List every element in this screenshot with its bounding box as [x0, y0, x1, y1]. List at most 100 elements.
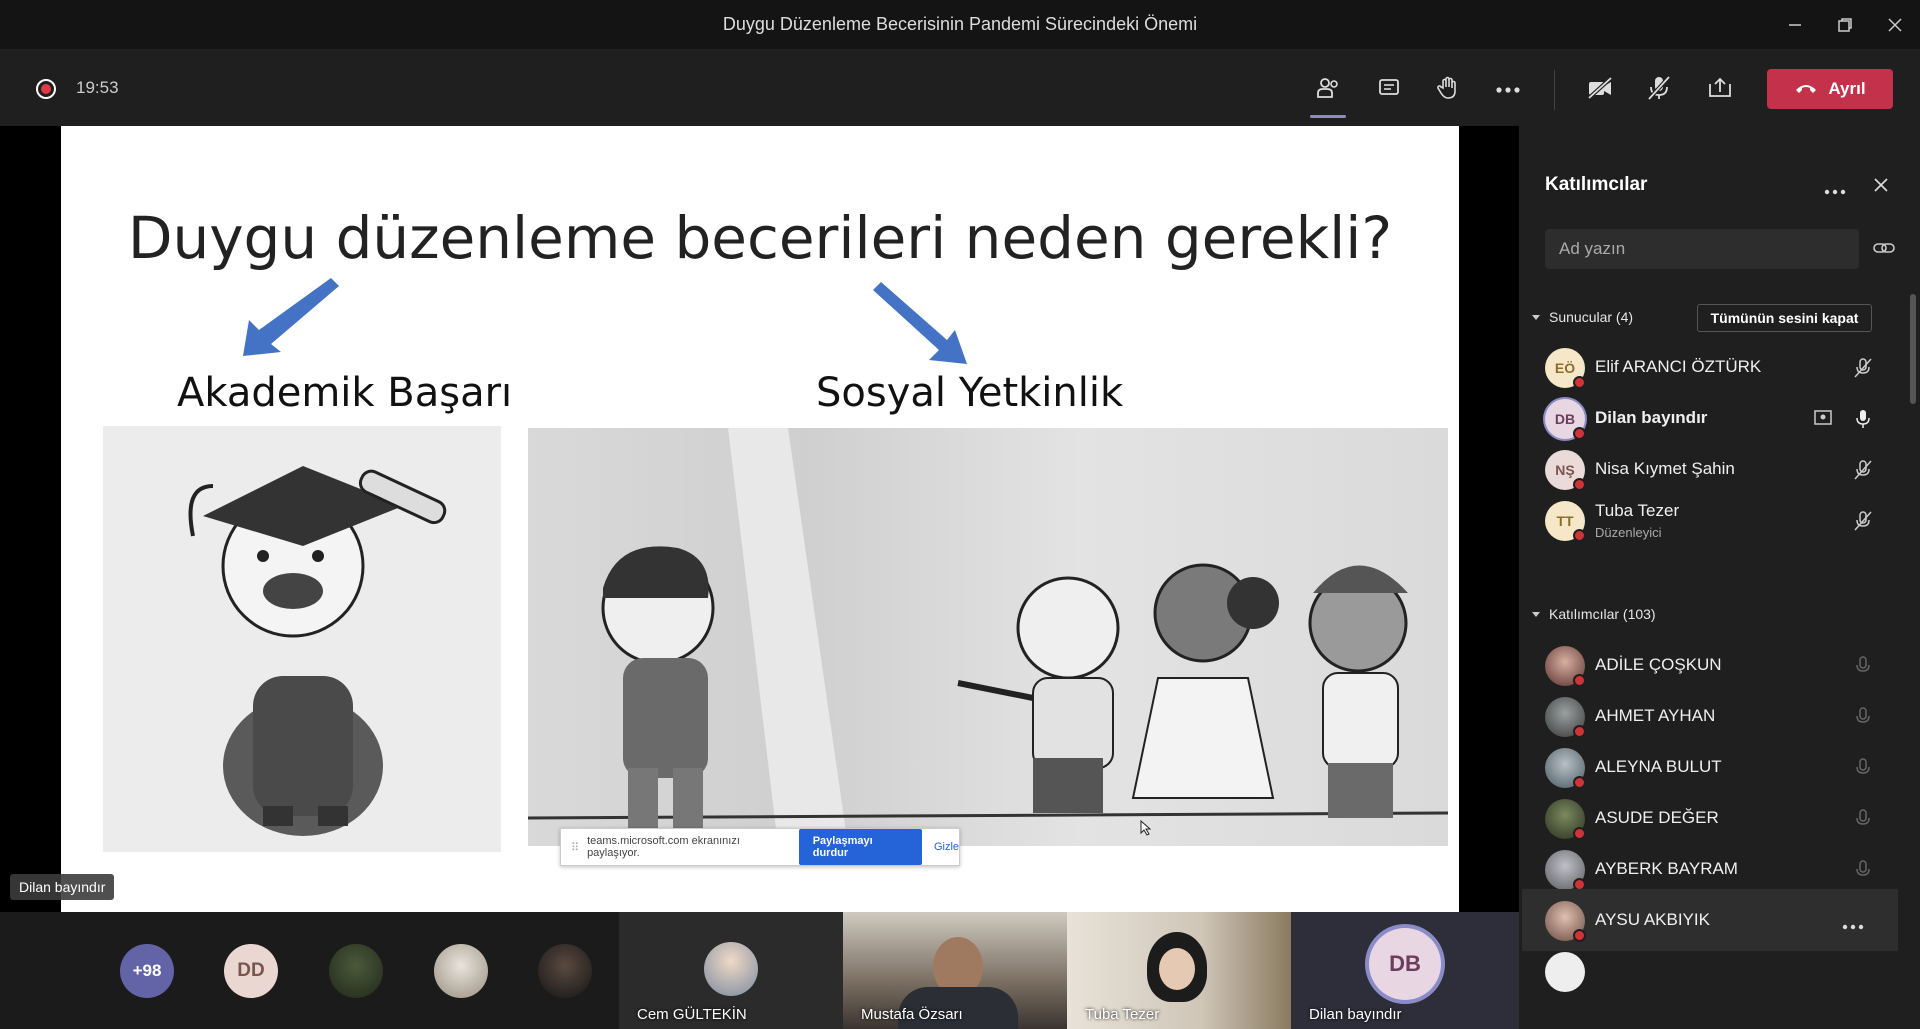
stop-sharing-button[interactable]: Paylaşmayı durdur	[798, 829, 922, 865]
participant-row-next[interactable]	[1519, 940, 1899, 1002]
presenters-section-header[interactable]: Sunucular (4)	[1531, 309, 1633, 325]
participant-name: AHMET AYHAN	[1595, 706, 1716, 725]
mic-toggle-button[interactable]	[1639, 70, 1679, 110]
mic-disabled-icon	[1853, 757, 1873, 784]
participant-row-tuba[interactable]: TT Tuba Tezer Düzenleyici	[1519, 489, 1899, 551]
participant-name: ASUDE DEĞER	[1595, 808, 1719, 827]
presenters-count: Sunucular (4)	[1549, 309, 1634, 325]
video-tile-tuba[interactable]: Tuba Tezer	[1067, 912, 1291, 1029]
hide-notification-link[interactable]: Gizle	[934, 841, 959, 853]
minimize-icon[interactable]	[1770, 0, 1820, 50]
presentation-slide: Duygu düzenleme becerileri neden gerekli…	[61, 126, 1459, 912]
participant-avatar-photo-3[interactable]	[538, 944, 592, 998]
avatar: DB	[1545, 399, 1586, 440]
arrow-down-left-icon	[243, 278, 339, 356]
participant-name: Mustafa Özsarı	[861, 1006, 963, 1023]
graduate-child-illustration	[103, 426, 501, 852]
video-tile-mustafa[interactable]: Mustafa Özsarı	[843, 912, 1067, 1029]
close-icon[interactable]	[1870, 0, 1920, 50]
participant-search-input[interactable]: Ad yazın	[1545, 229, 1859, 269]
attendees-section-header[interactable]: Katılımcılar (103)	[1531, 606, 1656, 622]
participant-name: Tuba Tezer	[1595, 501, 1680, 520]
video-gallery: +98 DD Cem GÜLTEKİN Mustafa Özsarı Tuba …	[0, 912, 1519, 1029]
screen-share-presenter-icon	[1813, 408, 1833, 433]
slide-label-academic: Akademik Başarı	[177, 370, 513, 416]
avatar: NŞ	[1545, 450, 1586, 491]
mic-muted-icon	[1853, 357, 1873, 384]
ellipsis-icon	[1495, 81, 1521, 99]
panel-title: Katılımcılar	[1545, 174, 1648, 195]
video-tile-dilan[interactable]: DB Dilan bayındır	[1291, 912, 1519, 1029]
panel-more-icon[interactable]	[1824, 182, 1846, 200]
mic-muted-icon	[1853, 510, 1873, 537]
participant-name: AYBERK BAYRAM	[1595, 859, 1738, 878]
chat-button[interactable]	[1369, 70, 1409, 110]
mic-disabled-icon	[1853, 706, 1873, 733]
avatar: EÖ	[1545, 348, 1586, 389]
share-tray-icon	[1707, 76, 1733, 105]
participant-name: Tuba Tezer	[1085, 1006, 1160, 1023]
slide-title: Duygu düzenleme becerileri neden gerekli…	[127, 204, 1393, 272]
overflow-participants-button[interactable]: +98	[120, 944, 174, 998]
participant-name: Dilan bayındır	[1595, 408, 1708, 427]
status-dot	[1573, 529, 1586, 542]
share-notice-text: teams.microsoft.com ekranınızı paylaşıyo…	[587, 835, 740, 859]
avatar	[1545, 646, 1586, 687]
mouse-cursor-icon	[1140, 820, 1152, 836]
participants-panel: Katılımcılar Ad yazın Sunucular (4) Tümü…	[1519, 126, 1920, 1029]
participant-name: ADİLE ÇOŞKUN	[1595, 655, 1722, 674]
shared-screen-stage: Duygu düzenleme becerileri neden gerekli…	[0, 126, 1519, 912]
avatar	[1545, 799, 1586, 840]
participant-name: Dilan bayındır	[1309, 1006, 1402, 1023]
window-controls	[1770, 0, 1920, 50]
share-invite-icon[interactable]	[1873, 239, 1895, 262]
video-tile-cem[interactable]: Cem GÜLTEKİN	[619, 912, 843, 1029]
leave-label: Ayrıl	[1828, 79, 1866, 98]
more-actions-button[interactable]	[1488, 70, 1528, 110]
panel-close-icon[interactable]	[1874, 178, 1888, 197]
participant-name: Elif ARANCI ÖZTÜRK	[1595, 357, 1762, 376]
social-kids-illustration	[527, 428, 1449, 846]
chevron-down-icon	[1531, 309, 1541, 325]
attendees-count: Katılımcılar (103)	[1549, 606, 1656, 622]
participant-avatar	[704, 942, 758, 996]
camera-off-icon	[1586, 76, 1614, 105]
participant-name: ALEYNA BULUT	[1595, 757, 1722, 776]
participant-avatar-dd[interactable]: DD	[224, 944, 278, 998]
mic-on-icon	[1853, 408, 1873, 435]
mute-all-button[interactable]: Tümünün sesini kapat	[1697, 304, 1872, 332]
drag-handle-icon[interactable]: ⠿	[571, 841, 579, 854]
participant-avatar: DB	[1369, 928, 1441, 1000]
avatar	[1545, 697, 1586, 738]
avatar: TT	[1545, 501, 1586, 542]
avatar	[1545, 850, 1586, 891]
chevron-down-icon	[1531, 606, 1541, 622]
participant-name: Cem GÜLTEKİN	[637, 1006, 747, 1023]
participants-button[interactable]	[1308, 70, 1348, 118]
panel-scrollbar[interactable]	[1910, 294, 1916, 404]
screen-share-notification: ⠿ teams.microsoft.com ekranınızı paylaşı…	[560, 828, 960, 866]
arrow-down-right-icon	[873, 282, 967, 364]
participant-avatar-photo-2[interactable]	[434, 944, 488, 998]
avatar	[1545, 901, 1586, 942]
hand-icon	[1436, 75, 1460, 106]
toolbar-divider	[1554, 70, 1555, 110]
meeting-timer: 19:53	[76, 78, 119, 97]
slide-label-social: Sosyal Yetkinlik	[816, 370, 1124, 416]
participant-name: AYSU AKBIYIK	[1595, 910, 1710, 929]
avatar	[1545, 952, 1585, 992]
window-titlebar: Duygu Düzenleme Becerisinin Pandemi Süre…	[0, 0, 1920, 50]
avatar	[1545, 748, 1586, 789]
participant-more-icon[interactable]	[1842, 917, 1864, 935]
mic-off-icon	[1647, 75, 1671, 106]
window-title: Duygu Düzenleme Becerisinin Pandemi Süre…	[722, 14, 1198, 34]
participant-avatar-photo-1[interactable]	[329, 944, 383, 998]
raise-hand-button[interactable]	[1428, 70, 1468, 110]
leave-button[interactable]: Ayrıl	[1767, 69, 1893, 109]
restore-icon[interactable]	[1820, 0, 1870, 50]
share-screen-button[interactable]	[1700, 70, 1740, 110]
mic-disabled-icon	[1853, 808, 1873, 835]
participant-role: Düzenleyici	[1595, 525, 1662, 540]
recording-icon	[36, 79, 56, 99]
camera-toggle-button[interactable]	[1580, 70, 1620, 110]
